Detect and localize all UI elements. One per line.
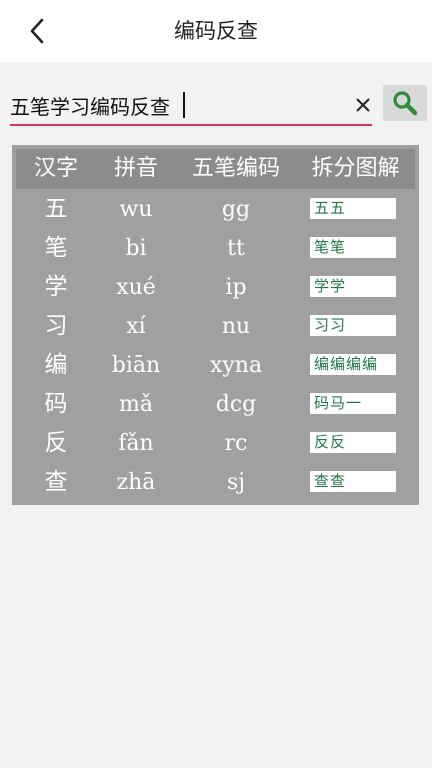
cell-char: 反 — [44, 430, 68, 456]
clear-button[interactable] — [352, 92, 374, 118]
decomp-image: 反反 — [310, 432, 396, 453]
table-row: 编 biān xyna 编编编编 — [16, 346, 415, 385]
header-decomp: 拆分图解 — [311, 156, 400, 181]
cell-char: 五 — [44, 196, 68, 222]
cell-char: 学 — [44, 274, 68, 300]
cell-pinyin: zhā — [116, 470, 156, 495]
table-row: 习 xí nu 习习 — [16, 307, 415, 346]
cell-code: dcg — [215, 392, 257, 417]
decomp-image: 查查 — [310, 471, 396, 492]
cell-pinyin: xí — [126, 314, 146, 339]
search-field — [10, 86, 372, 126]
cell-code: nu — [221, 314, 251, 339]
top-bar: 编码反查 — [0, 0, 432, 62]
cell-pinyin: xué — [116, 275, 156, 300]
chevron-left-icon — [30, 18, 44, 44]
decomp-image: 学学 — [310, 276, 396, 297]
table-header: 汉字 拼音 五笔编码 拆分图解 — [16, 149, 415, 189]
result-table: 汉字 拼音 五笔编码 拆分图解 五 wu gg 五五 笔 bi tt 笔笔 学 … — [12, 145, 419, 505]
cell-pinyin: fǎn — [118, 431, 154, 456]
decomp-image: 习习 — [310, 315, 396, 336]
table-row: 反 fǎn rc 反反 — [16, 424, 415, 463]
table-row: 码 mǎ dcg 码马一 — [16, 385, 415, 424]
cell-code: sj — [226, 470, 246, 495]
cell-char: 笔 — [44, 235, 68, 261]
cell-char: 码 — [44, 391, 68, 417]
cell-char: 编 — [44, 352, 68, 378]
back-button[interactable] — [22, 14, 52, 48]
decomp-image: 编编编编 — [310, 354, 396, 375]
cell-code: rc — [224, 431, 248, 456]
table-row: 学 xué ip 学学 — [16, 268, 415, 307]
header-pinyin: 拼音 — [113, 156, 158, 181]
table-row: 笔 bi tt 笔笔 — [16, 229, 415, 268]
header-code: 五笔编码 — [191, 156, 280, 181]
search-input[interactable] — [10, 88, 340, 122]
search-button[interactable] — [383, 85, 427, 121]
page-title: 编码反查 — [174, 19, 258, 43]
cell-code: xyna — [209, 353, 263, 378]
cell-code: gg — [221, 197, 251, 222]
cell-char: 查 — [44, 469, 68, 495]
table-row: 查 zhā sj 查查 — [16, 463, 415, 502]
magnifier-icon — [393, 91, 418, 116]
decomp-image: 码马一 — [310, 393, 396, 414]
cell-pinyin: wu — [119, 197, 153, 222]
close-icon — [356, 98, 370, 112]
cell-char: 习 — [44, 313, 68, 339]
table-row: 五 wu gg 五五 — [16, 190, 415, 229]
cell-code: tt — [227, 236, 245, 261]
cell-pinyin: bi — [125, 236, 147, 261]
header-char: 汉字 — [33, 156, 78, 181]
text-caret — [183, 92, 185, 118]
decomp-image: 笔笔 — [310, 237, 396, 258]
cell-pinyin: mǎ — [119, 392, 153, 417]
cell-pinyin: biān — [111, 353, 161, 378]
cell-code: ip — [225, 275, 247, 300]
decomp-image: 五五 — [310, 198, 396, 219]
